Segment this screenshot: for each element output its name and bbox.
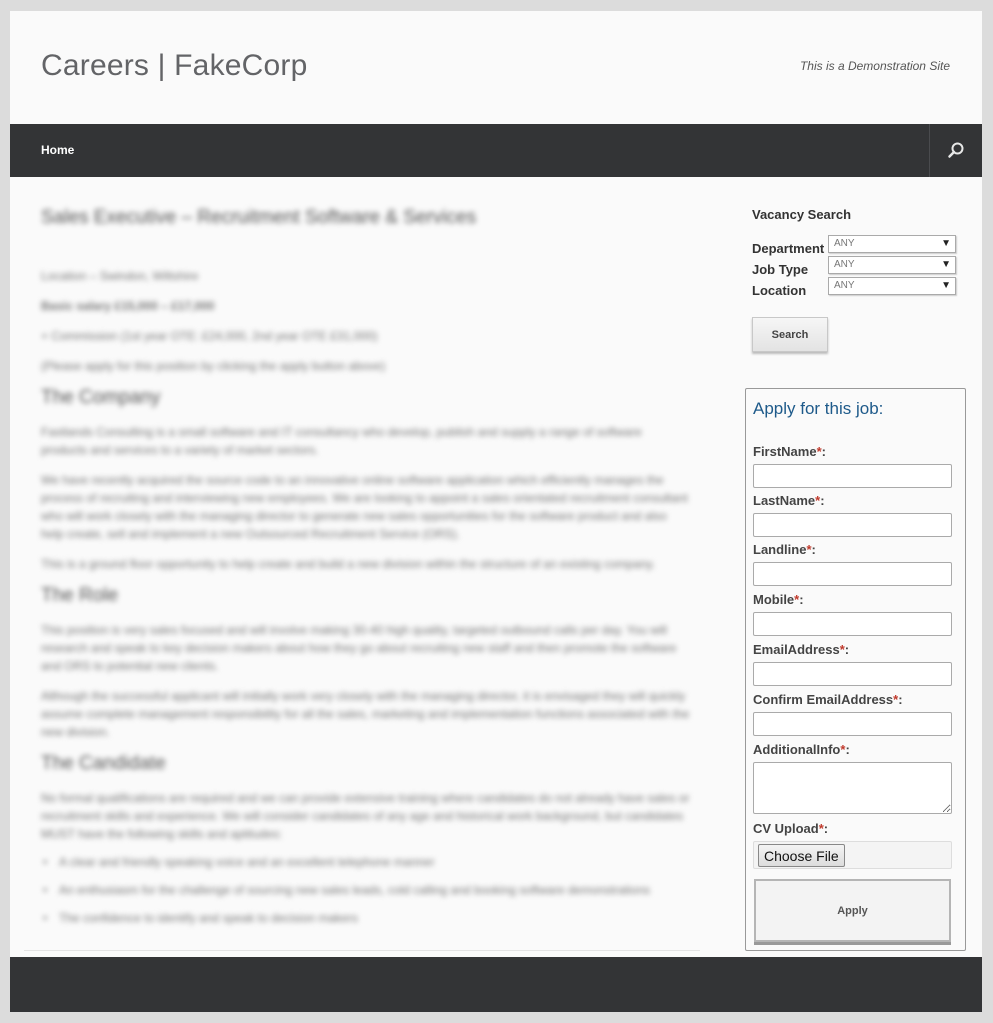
- mobile-field[interactable]: [753, 612, 952, 636]
- job-location: Location – Swindon, Wiltshire: [41, 269, 199, 283]
- last-name-field[interactable]: [753, 513, 952, 537]
- nav-home-link[interactable]: Home: [41, 143, 74, 157]
- first-name-field[interactable]: [753, 464, 952, 488]
- email-label: EmailAddress*:: [753, 642, 850, 657]
- cv-upload-label: CV Upload*:: [753, 821, 829, 836]
- site-title[interactable]: Careers | FakeCorp: [41, 49, 307, 83]
- list-item: An enthusiasm for the challenge of sourc…: [41, 883, 691, 897]
- department-select[interactable]: ANY ▼: [828, 235, 956, 253]
- site-tagline: This is a Demonstration Site: [799, 59, 950, 73]
- job-article: Sales Executive – Recruitment Software &…: [41, 207, 691, 953]
- role-paragraph: This position is very sales focused and …: [41, 623, 677, 673]
- dropdown-arrow-icon: ▼: [941, 280, 951, 291]
- job-commission: + Commission (1st year OTE: £24,000, 2nd…: [41, 329, 378, 343]
- nav-search-button[interactable]: [929, 124, 982, 177]
- candidate-skill-list: A clear and friendly speaking voice and …: [41, 855, 691, 925]
- confirm-email-label: Confirm EmailAddress*:: [753, 692, 903, 707]
- site-footer: [10, 957, 982, 1012]
- role-paragraph: Although the successful applicant will i…: [41, 689, 690, 739]
- apply-button[interactable]: Apply: [754, 879, 951, 942]
- location-select-value: ANY: [834, 280, 855, 291]
- additional-info-textarea[interactable]: [753, 762, 952, 814]
- page-frame: Careers | FakeCorp This is a Demonstrati…: [10, 11, 982, 1012]
- cv-upload-input: Choose File: [753, 841, 952, 869]
- list-item: The confidence to identify and speak to …: [41, 911, 691, 925]
- apply-form-title: Apply for this job:: [753, 399, 884, 418]
- location-row: Location ANY ▼: [752, 276, 967, 298]
- additional-info-label: AdditionalInfo*:: [753, 742, 850, 757]
- dropdown-arrow-icon: ▼: [941, 238, 951, 249]
- company-paragraph: Fastlands Consulting is a small software…: [41, 425, 642, 457]
- location-select[interactable]: ANY ▼: [828, 277, 956, 295]
- last-name-label: LastName*:: [753, 493, 825, 508]
- vacancy-search-widget: Vacancy Search Department ANY ▼ Job Type…: [752, 207, 967, 352]
- search-icon: [948, 142, 964, 158]
- list-item: A clear and friendly speaking voice and …: [41, 855, 691, 869]
- location-label: Location: [752, 283, 807, 298]
- email-field[interactable]: [753, 662, 952, 686]
- company-heading: The Company: [41, 387, 161, 408]
- first-name-label: FirstName*:: [753, 444, 826, 459]
- vacancy-search-title: Vacancy Search: [752, 207, 852, 222]
- mobile-label: Mobile*:: [753, 592, 804, 607]
- candidate-heading: The Candidate: [41, 753, 166, 774]
- content-divider: [24, 950, 700, 951]
- department-row: Department ANY ▼: [752, 234, 967, 256]
- landline-label: Landline*:: [753, 542, 816, 557]
- vacancy-search-button[interactable]: Search: [752, 317, 828, 352]
- department-label: Department: [752, 241, 825, 256]
- job-type-select-value: ANY: [834, 259, 855, 270]
- job-type-select[interactable]: ANY ▼: [828, 256, 956, 274]
- job-type-label: Job Type: [752, 262, 809, 277]
- landline-field[interactable]: [753, 562, 952, 586]
- job-apply-note: (Please apply for this position by click…: [41, 359, 386, 373]
- candidate-paragraph: No formal qualifications are required an…: [41, 791, 690, 841]
- choose-file-button[interactable]: Choose File: [758, 844, 845, 867]
- company-paragraph: We have recently acquired the source cod…: [41, 473, 688, 541]
- main-nav: Home: [10, 124, 982, 177]
- role-heading: The Role: [41, 585, 119, 606]
- site-header: Careers | FakeCorp This is a Demonstrati…: [10, 11, 982, 124]
- dropdown-arrow-icon: ▼: [941, 259, 951, 270]
- company-paragraph: This is a ground floor opportunity to he…: [41, 557, 656, 571]
- department-select-value: ANY: [834, 238, 855, 249]
- job-type-row: Job Type ANY ▼: [752, 255, 967, 277]
- job-title: Sales Executive – Recruitment Software &…: [41, 207, 477, 228]
- confirm-email-field[interactable]: [753, 712, 952, 736]
- apply-form: Apply for this job: FirstName*: LastName…: [745, 388, 966, 951]
- job-salary: Basic salary £15,000 – £17,000: [41, 299, 215, 313]
